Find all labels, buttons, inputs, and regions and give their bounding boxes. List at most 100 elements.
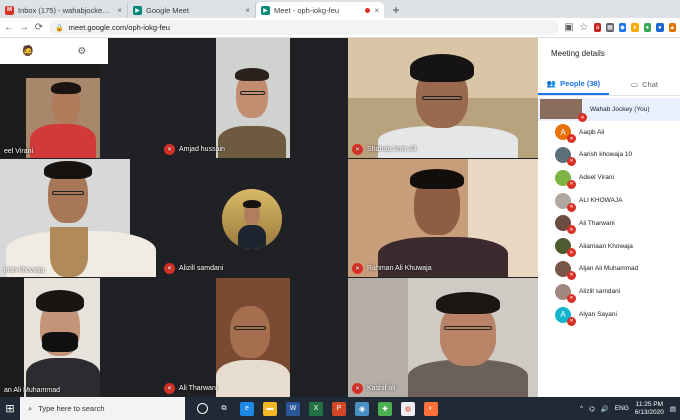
reload-icon[interactable]: ⟳ <box>34 22 44 34</box>
mic-off-icon: ✕ <box>567 293 576 303</box>
screen: M Inbox (175) - wahabjockey@gm... × ▶ Go… <box>0 0 680 420</box>
language-indicator[interactable]: ENG <box>615 405 629 412</box>
list-item[interactable]: ✕ ALI KHOWAJA <box>538 189 680 212</box>
participant-avatar <box>222 189 282 249</box>
chrome-icon[interactable]: ◍ <box>401 401 415 416</box>
participant-name: an Ali Muhammad <box>4 387 60 394</box>
participant-name: ALI KHOWAJA <box>579 197 623 205</box>
participant-name: Aljan Ali Muhammad <box>579 265 639 273</box>
participant-name: irish khowaja <box>4 267 44 274</box>
camera-icon[interactable]: ▣ <box>564 22 574 34</box>
tab-google-meet[interactable]: ▶ Google Meet × <box>128 2 256 18</box>
extension-icon[interactable]: ▲ <box>668 23 676 32</box>
word-icon[interactable]: W <box>286 401 300 416</box>
participant-tile[interactable]: an Ali Muhammad <box>0 278 100 397</box>
new-tab-button[interactable]: + <box>388 2 404 18</box>
video-feed <box>230 306 270 358</box>
url-text: meet.google.com/oph-iokg-feu <box>68 23 170 32</box>
avatar: ✕ <box>555 146 576 166</box>
participant-name-label: Kashif ali <box>367 385 396 392</box>
tab-chat[interactable]: ▭ Chat <box>609 74 680 95</box>
self-thumbnail: ✕ <box>540 99 587 123</box>
list-item[interactable]: A ✕ Aaqib Ali <box>538 121 680 144</box>
chevron-up-icon[interactable]: ^ <box>580 405 583 412</box>
mic-off-icon: ✕ <box>164 383 175 394</box>
participant-name: ✕ Kashif ali <box>352 383 395 394</box>
browser-tab-bar: M Inbox (175) - wahabjockey@gm... × ▶ Go… <box>0 0 680 18</box>
recording-dot-icon <box>365 7 371 13</box>
tab-meet-call[interactable]: ▶ Meet - oph-iokg-feu × <box>256 2 384 18</box>
participant-tile[interactable]: ✕ Shahab Amir Ali <box>348 38 538 158</box>
task-view-icon[interactable]: ⧉ <box>217 402 231 416</box>
extension-icon[interactable]: ● <box>643 23 652 32</box>
extension-icon[interactable]: ◆ <box>618 23 627 32</box>
participant-tile[interactable]: ✕ Rahman Ali Khuwaja <box>348 159 538 277</box>
close-icon[interactable]: × <box>374 6 379 15</box>
powerpoint-icon[interactable]: P <box>332 401 346 416</box>
video-feed <box>42 332 78 352</box>
gmail-icon: M <box>5 5 14 15</box>
media-icon[interactable]: ◉ <box>355 401 369 416</box>
network-icon[interactable]: ⌬ <box>589 405 595 413</box>
firefox-icon[interactable]: ◐ <box>424 401 438 416</box>
chat-icon: ▭ <box>631 80 639 89</box>
windows-start-icon[interactable]: ⊞ <box>0 397 20 420</box>
list-item[interactable]: ✕ Ali Tharwani <box>538 212 680 235</box>
avatar: ✕ <box>555 192 576 212</box>
avatar: ✕ <box>555 283 576 303</box>
participant-name: Aliamaan Khowaja <box>579 242 633 250</box>
close-icon[interactable]: × <box>245 6 250 15</box>
taskbar-search[interactable]: ⌕ Type here to search <box>20 397 185 420</box>
greenshot-icon[interactable]: ✚ <box>378 401 392 416</box>
url-field[interactable]: 🔒 meet.google.com/oph-iokg-feu <box>48 20 559 35</box>
participant-tile[interactable]: irish khowaja <box>0 159 158 277</box>
list-item[interactable]: ✕ Aljan Ali Muhammad <box>538 258 680 281</box>
participant-tile[interactable]: ✕ Kashif ali <box>348 278 538 397</box>
notifications-icon[interactable]: ▤ <box>670 405 676 413</box>
video-feed <box>436 292 500 314</box>
participant-name: Ali Tharwani <box>579 219 615 227</box>
extension-icon[interactable]: a <box>593 23 602 32</box>
edge-icon[interactable]: e <box>240 401 254 416</box>
back-icon[interactable]: ← <box>4 22 14 34</box>
participant-name: Adeel Virani <box>579 174 614 182</box>
clock[interactable]: 11:25 PM 6/13/2020 <box>635 401 664 417</box>
participant-name-label: Shahab Amir Ali <box>367 146 417 153</box>
list-item[interactable]: ✕ Wahab Jockey (You) <box>538 98 680 123</box>
mic-off-icon: ✕ <box>567 316 576 326</box>
list-item[interactable]: A ✕ Alyan Sayani <box>538 303 680 326</box>
star-icon[interactable]: ☆ <box>579 22 589 34</box>
address-bar: ← → ⟳ 🔒 meet.google.com/oph-iokg-feu ▣ ☆… <box>0 18 680 38</box>
participant-tile[interactable]: ✕ Alizill samdani <box>160 159 348 277</box>
file-explorer-icon[interactable]: ▬ <box>263 401 277 416</box>
video-feed <box>238 225 266 249</box>
forward-icon[interactable]: → <box>19 22 29 34</box>
participant-name: ✕ Rahman Ali Khuwaja <box>352 263 432 274</box>
list-item[interactable]: ✕ Aliamaan Khowaja <box>538 235 680 258</box>
mic-off-icon: ✕ <box>352 144 363 155</box>
excel-icon[interactable]: X <box>309 401 323 416</box>
list-item[interactable]: ✕ Adeel Virani <box>538 166 680 189</box>
video-feed <box>50 227 88 277</box>
volume-icon[interactable]: 🔊 <box>601 405 609 413</box>
tab-people[interactable]: 👥 People (38) <box>538 74 609 95</box>
search-icon: ⌕ <box>28 403 33 413</box>
tab-gmail[interactable]: M Inbox (175) - wahabjockey@gm... × <box>0 2 128 18</box>
extension-icon[interactable]: ♦ <box>631 23 639 32</box>
avatar: ✕ <box>555 215 576 235</box>
list-item[interactable]: ✕ Alizill samdani <box>538 280 680 303</box>
extension-icon[interactable]: ▦ <box>606 23 614 32</box>
system-tray: ^ ⌬ 🔊 ENG 11:25 PM 6/13/2020 ▤ <box>580 397 676 420</box>
close-icon[interactable]: × <box>117 6 122 15</box>
participant-name-label: Amjad hussain <box>179 146 225 153</box>
windows-taskbar: ⊞ ⌕ Type here to search ⧉ e ▬ W X P ◉ ✚ … <box>0 397 680 420</box>
participant-name: Wahab Jockey (You) <box>590 105 650 113</box>
cortana-icon[interactable] <box>197 403 208 414</box>
extension-icon[interactable]: ● <box>656 23 664 32</box>
participant-tile[interactable]: ✕ Ali Tharwani <box>160 278 290 397</box>
list-item[interactable]: ✕ Aarish khowaja 10 <box>538 144 680 167</box>
participant-tile[interactable]: ✕ Amjad hussain <box>160 38 290 158</box>
participant-name: ✕ Amjad hussain <box>164 144 225 155</box>
gear-icon[interactable]: ⚙ <box>77 46 86 57</box>
avatar: ✕ <box>555 260 576 280</box>
